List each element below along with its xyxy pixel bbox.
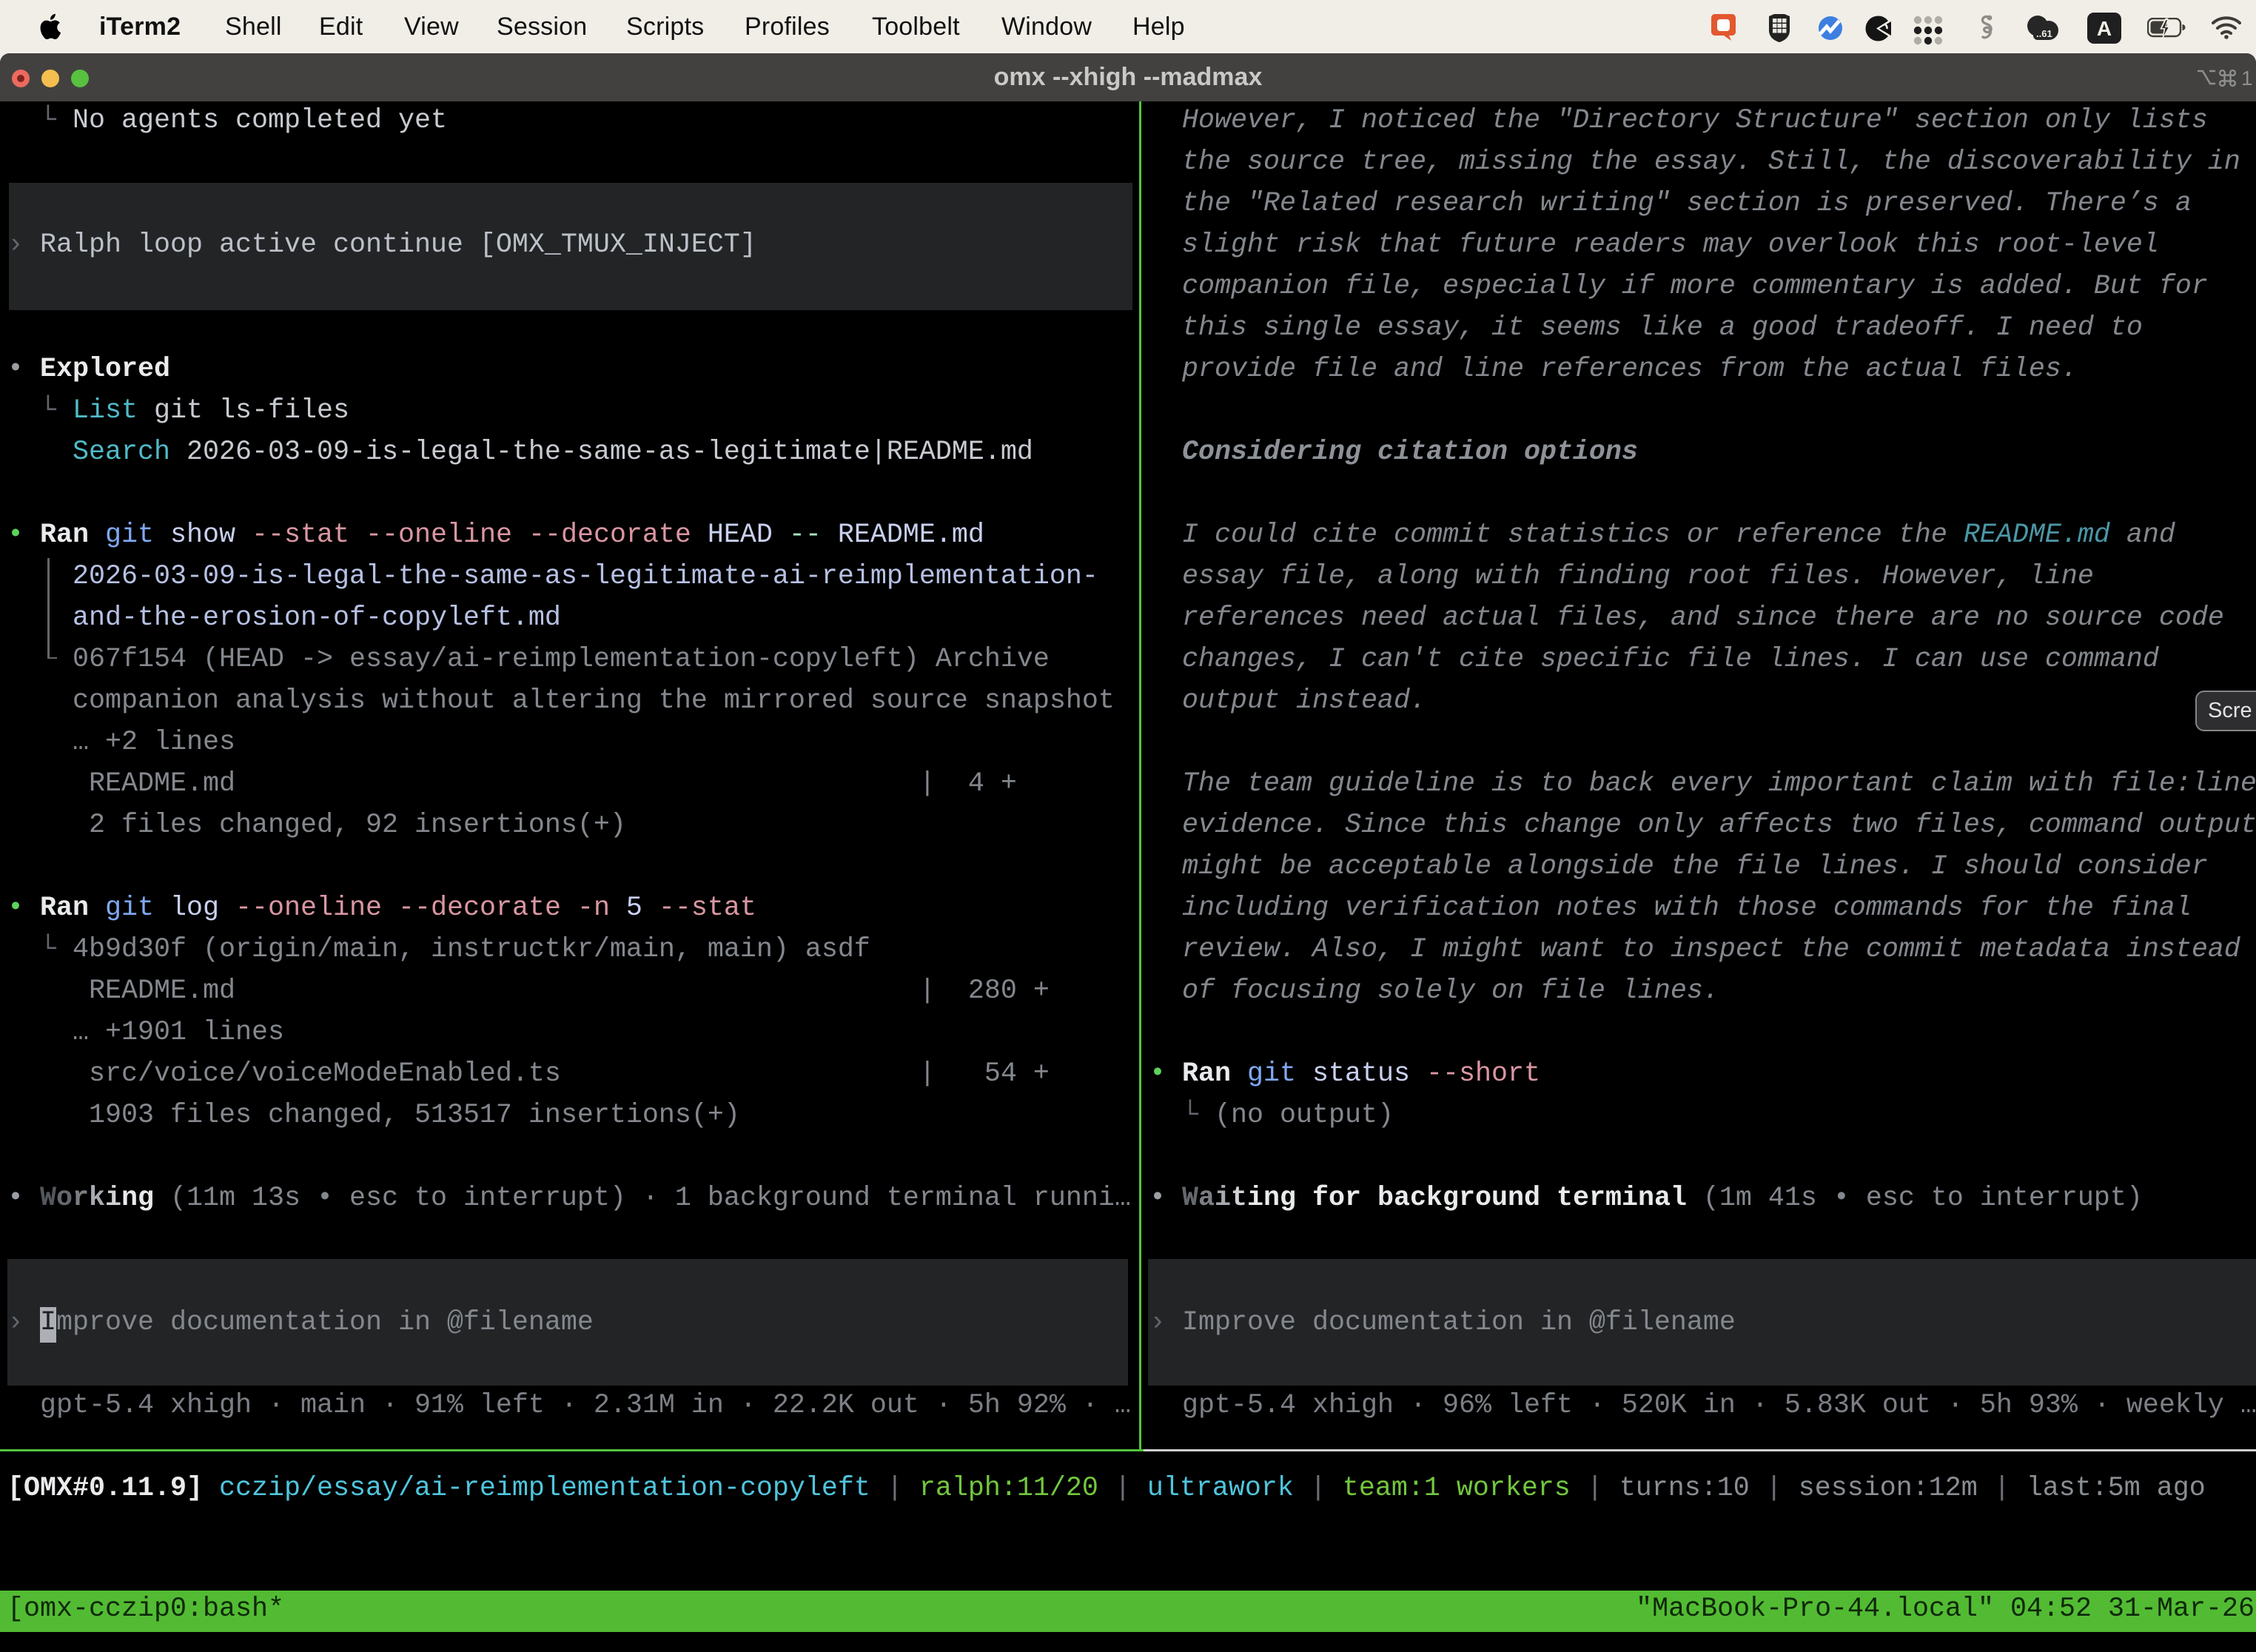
svg-text:A: A <box>2097 17 2112 40</box>
svg-text:..61: ..61 <box>2036 28 2052 39</box>
svg-text:1: 1 <box>2241 67 2253 90</box>
